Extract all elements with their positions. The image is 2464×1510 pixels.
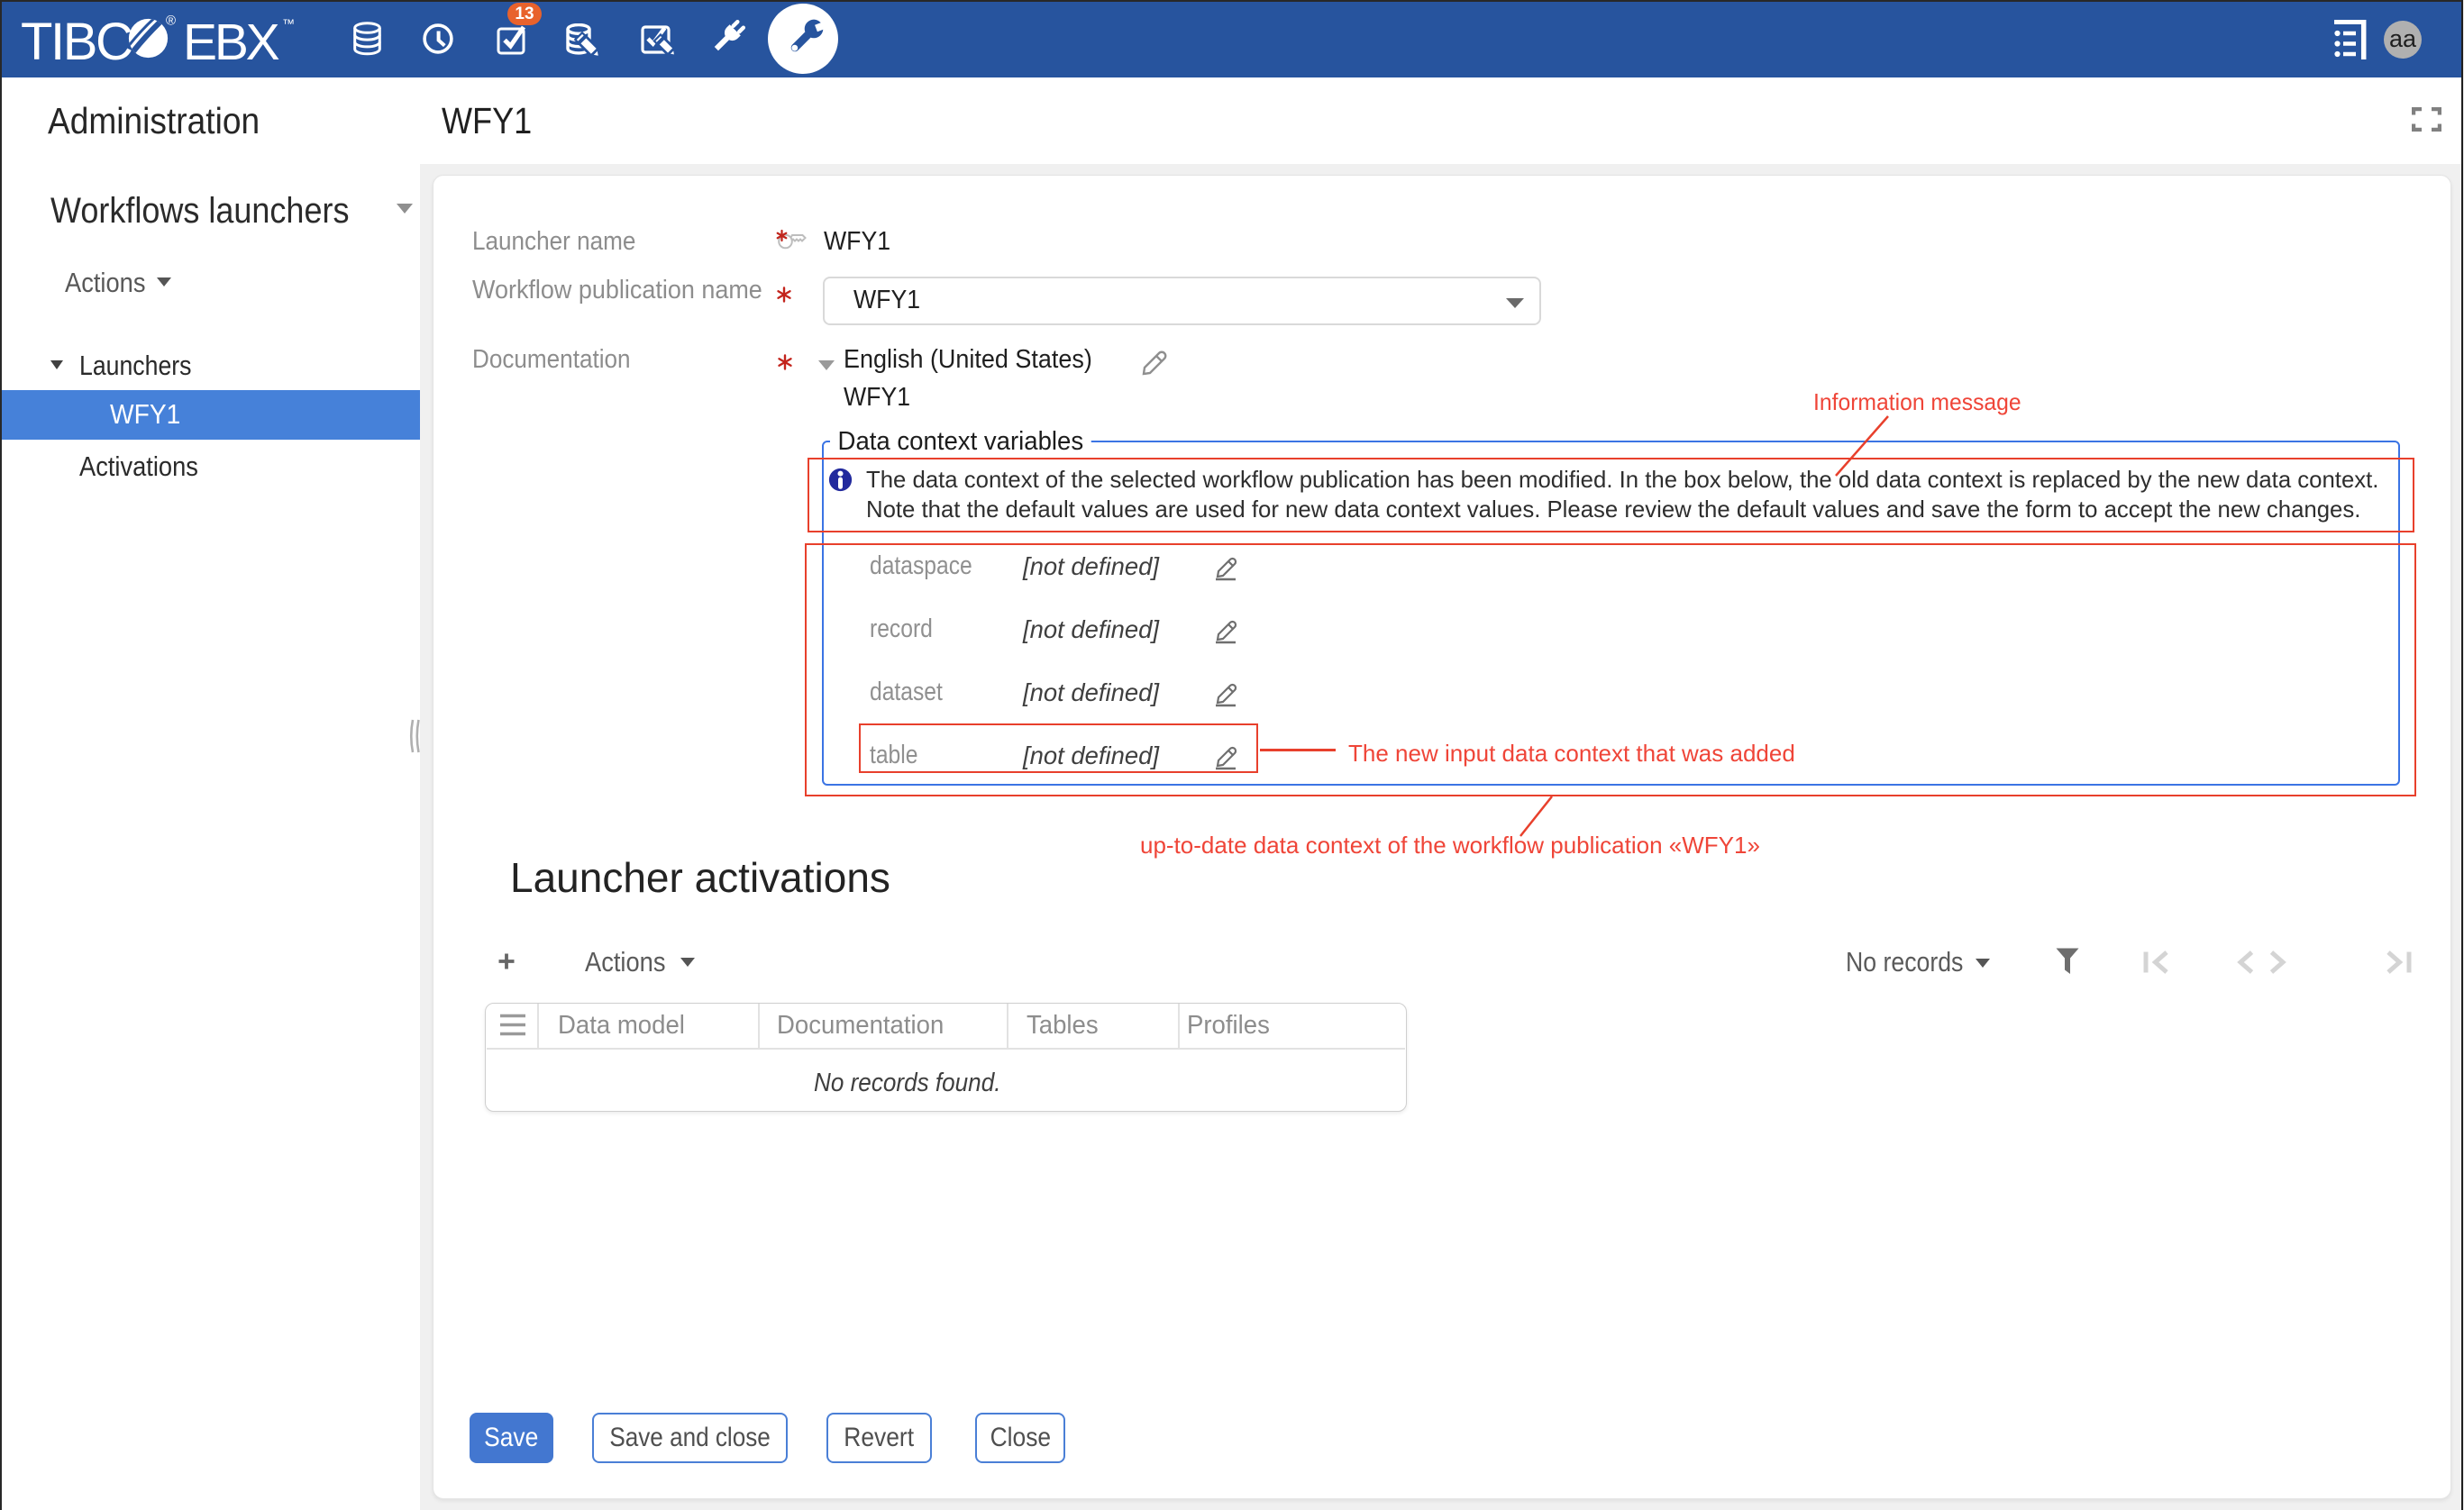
svg-text:EBX: EBX (183, 14, 279, 68)
svg-text:®: ® (166, 14, 176, 29)
svg-text:™: ™ (282, 16, 295, 31)
svg-text:TIBC: TIBC (21, 13, 132, 68)
